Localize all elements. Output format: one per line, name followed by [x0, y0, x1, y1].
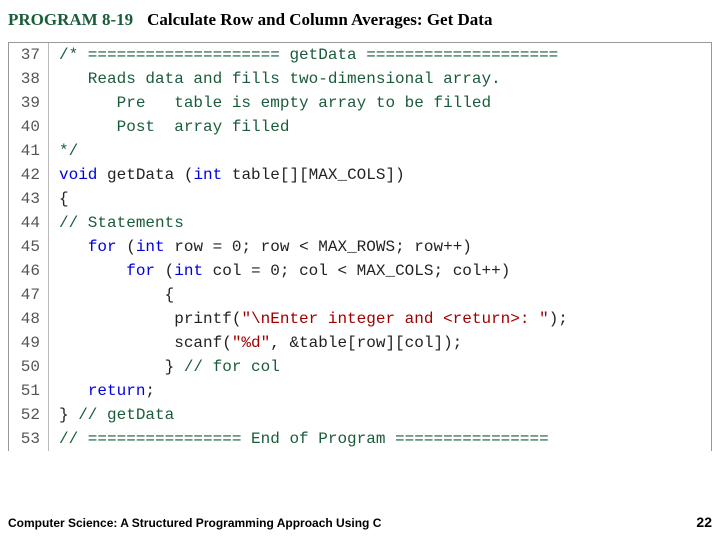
line-number: 51: [9, 379, 49, 403]
code-line: 48 printf("\nEnter integer and <return>:…: [9, 307, 711, 331]
code-line: 39 Pre table is empty array to be filled: [9, 91, 711, 115]
slide-header: PROGRAM 8-19 Calculate Row and Column Av…: [0, 0, 720, 42]
slide-footer: Computer Science: A Structured Programmi…: [8, 514, 712, 530]
line-number: 48: [9, 307, 49, 331]
line-number: 42: [9, 163, 49, 187]
code-text: printf("\nEnter integer and <return>: ")…: [49, 307, 568, 331]
slide-title: Calculate Row and Column Averages: Get D…: [147, 10, 492, 30]
line-number: 41: [9, 139, 49, 163]
line-number: 40: [9, 115, 49, 139]
code-line: 52} // getData: [9, 403, 711, 427]
code-line: 45 for (int row = 0; row < MAX_ROWS; row…: [9, 235, 711, 259]
line-number: 43: [9, 187, 49, 211]
line-number: 49: [9, 331, 49, 355]
code-line: 50 } // for col: [9, 355, 711, 379]
line-number: 50: [9, 355, 49, 379]
code-text: // Statements: [49, 211, 184, 235]
code-line: 51 return;: [9, 379, 711, 403]
line-number: 44: [9, 211, 49, 235]
line-number: 53: [9, 427, 49, 451]
code-text: Post array filled: [49, 115, 289, 139]
program-label: PROGRAM 8-19: [8, 10, 133, 30]
line-number: 38: [9, 67, 49, 91]
code-line: 41*/: [9, 139, 711, 163]
code-text: // ================ End of Program =====…: [49, 427, 549, 451]
code-text: } // for col: [49, 355, 280, 379]
code-line: 42void getData (int table[][MAX_COLS]): [9, 163, 711, 187]
code-text: Pre table is empty array to be filled: [49, 91, 491, 115]
code-line: 38 Reads data and fills two-dimensional …: [9, 67, 711, 91]
line-number: 37: [9, 43, 49, 67]
code-text: scanf("%d", &table[row][col]);: [49, 331, 462, 355]
code-line: 49 scanf("%d", &table[row][col]);: [9, 331, 711, 355]
code-text: */: [49, 139, 78, 163]
code-text: {: [49, 187, 69, 211]
line-number: 45: [9, 235, 49, 259]
code-line: 53// ================ End of Program ===…: [9, 427, 711, 451]
code-text: {: [49, 283, 174, 307]
line-number: 46: [9, 259, 49, 283]
code-line: 43{: [9, 187, 711, 211]
line-number: 52: [9, 403, 49, 427]
code-text: Reads data and fills two-dimensional arr…: [49, 67, 501, 91]
line-number: 47: [9, 283, 49, 307]
code-text: for (int row = 0; row < MAX_ROWS; row++): [49, 235, 472, 259]
code-line: 46 for (int col = 0; col < MAX_COLS; col…: [9, 259, 711, 283]
code-text: } // getData: [49, 403, 174, 427]
footer-text: Computer Science: A Structured Programmi…: [8, 516, 381, 530]
code-block: 37/* ==================== getData ======…: [8, 42, 712, 451]
code-text: /* ==================== getData ========…: [49, 43, 558, 67]
code-text: return;: [49, 379, 155, 403]
code-line: 44// Statements: [9, 211, 711, 235]
code-line: 47 {: [9, 283, 711, 307]
code-text: for (int col = 0; col < MAX_COLS; col++): [49, 259, 510, 283]
line-number: 39: [9, 91, 49, 115]
page-number: 22: [696, 514, 712, 530]
code-line: 37/* ==================== getData ======…: [9, 43, 711, 67]
code-text: void getData (int table[][MAX_COLS]): [49, 163, 405, 187]
code-line: 40 Post array filled: [9, 115, 711, 139]
